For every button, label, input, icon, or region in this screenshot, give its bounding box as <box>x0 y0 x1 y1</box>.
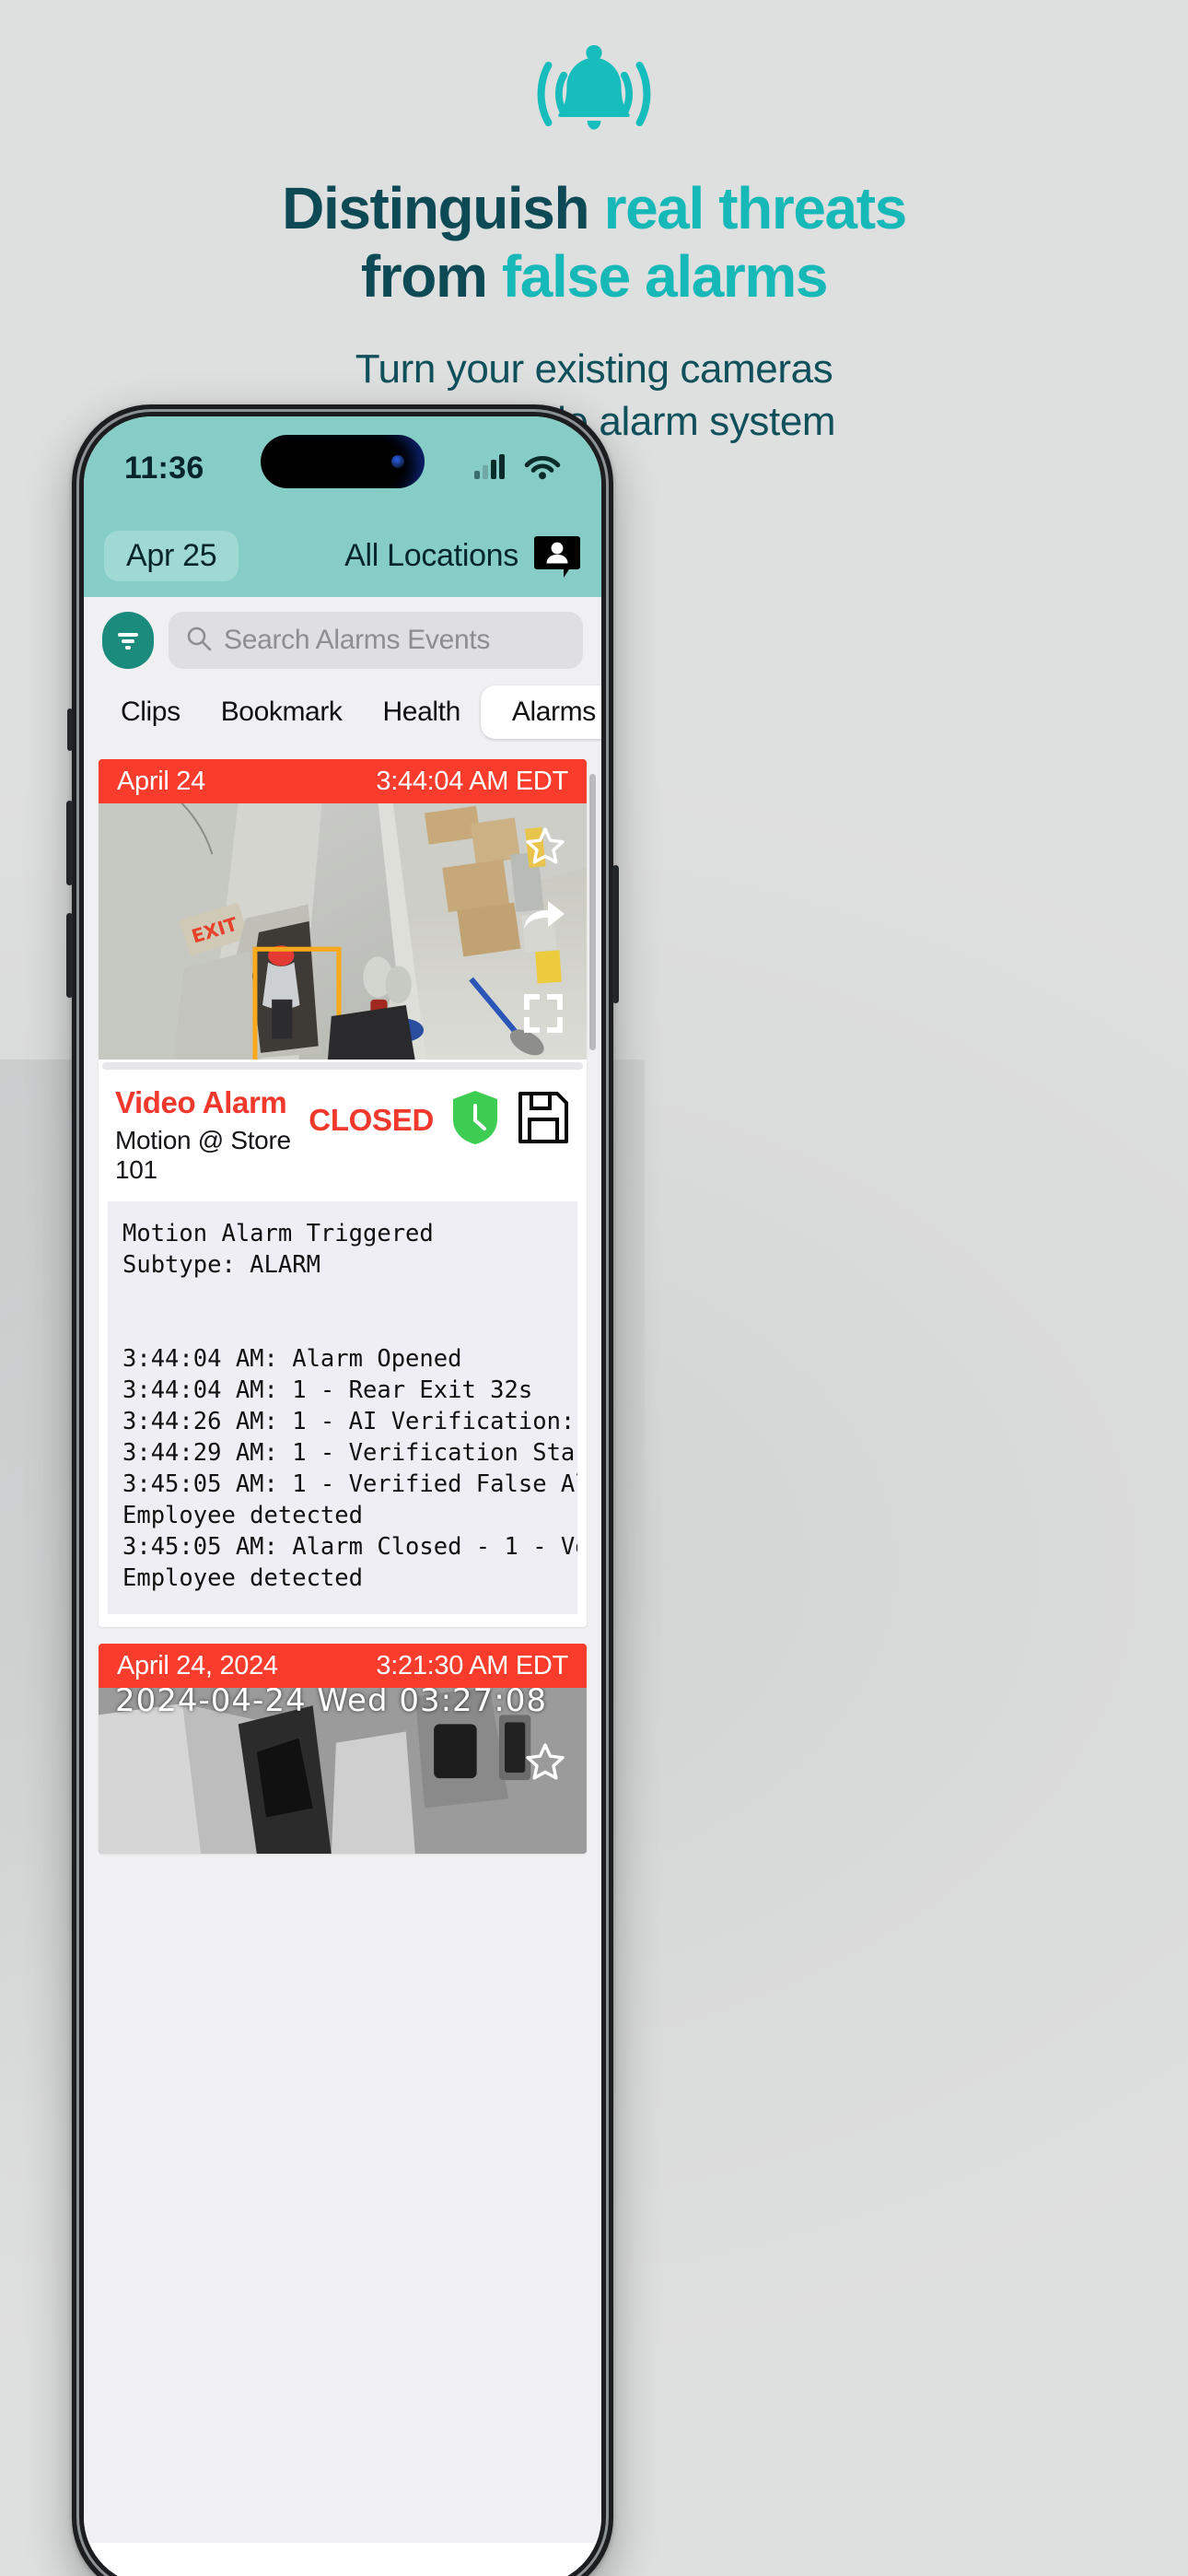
hero-section: Distinguish real threats from false alar… <box>0 0 1188 448</box>
camera-osd-timestamp: 2024-04-24 Wed 03:27:08 <box>115 1688 548 1719</box>
filter-icon[interactable] <box>102 612 154 669</box>
dynamic-island <box>261 435 425 488</box>
alarm-list[interactable]: April 24 3:44:04 AM EDT EXIT Video Alarm… <box>84 750 601 2543</box>
search-input[interactable]: Search Alarms Events <box>169 612 583 669</box>
fullscreen-icon[interactable] <box>522 992 565 1039</box>
headline-line1-accent: real threats <box>603 175 908 241</box>
volume-down-button[interactable] <box>66 913 73 998</box>
app-header: Apr 25 All Locations <box>84 520 601 597</box>
silent-switch[interactable] <box>67 708 73 751</box>
search-row: Search Alarms Events <box>84 597 601 682</box>
headline-line2-accent: false alarms <box>501 242 829 310</box>
camera-thumbnail[interactable]: 2024-04-24 Wed 03:27:08 <box>99 1688 587 1854</box>
phone-screen: 11:36 Apr 25 All Locations Search Alarms… <box>84 416 601 2576</box>
status-bar: 11:36 <box>84 416 601 520</box>
hero-headline: Distinguish real threats from false alar… <box>0 175 1188 310</box>
video-progress-bar[interactable] <box>99 1060 587 1072</box>
shield-check-icon[interactable] <box>450 1089 500 1151</box>
alarm-title: Video Alarm <box>115 1085 287 1119</box>
contact-card-icon[interactable] <box>533 532 581 580</box>
tab-bookmark[interactable]: Bookmark <box>201 687 363 737</box>
date-chip-button[interactable]: Apr 25 <box>104 530 239 581</box>
tab-health[interactable]: Health <box>363 687 481 737</box>
alarm-time: 3:44:04 AM EDT <box>376 766 568 796</box>
alarm-date: April 24, 2024 <box>117 1650 278 1680</box>
alarm-card[interactable]: April 24, 2024 3:21:30 AM EDT 2024-04-24… <box>99 1644 587 1854</box>
promo-screenshot: Distinguish real threats from false alar… <box>0 0 1188 2576</box>
subheadline-line1: Turn your existing cameras <box>355 346 833 392</box>
share-icon[interactable] <box>522 896 566 937</box>
bell-alert-icon <box>0 39 1188 149</box>
alarm-date: April 24 <box>117 766 205 796</box>
volume-up-button[interactable] <box>66 801 73 885</box>
star-outline-icon[interactable] <box>524 1741 566 1788</box>
alarm-card-header: April 24, 2024 3:21:30 AM EDT <box>99 1644 587 1688</box>
scrollbar[interactable] <box>589 774 596 1050</box>
floppy-save-icon[interactable] <box>517 1090 570 1150</box>
camera-thumbnail[interactable]: EXIT <box>99 803 587 1060</box>
wifi-icon <box>524 452 561 485</box>
tab-bar: Clips Bookmark Health Alarms <box>84 682 601 750</box>
alarm-meta: Video Alarm Motion @ Store 101 CLOSED <box>99 1072 587 1196</box>
tab-alarms[interactable]: Alarms <box>480 685 601 739</box>
status-badge: CLOSED <box>309 1102 434 1137</box>
search-placeholder: Search Alarms Events <box>224 625 491 655</box>
tab-clips[interactable]: Clips <box>100 687 201 737</box>
alarm-card[interactable]: April 24 3:44:04 AM EDT EXIT Video Alarm… <box>99 759 587 1627</box>
star-outline-icon[interactable] <box>524 825 566 872</box>
locations-selector[interactable]: All Locations <box>344 538 518 574</box>
alarm-card-header: April 24 3:44:04 AM EDT <box>99 759 587 803</box>
status-time: 11:36 <box>124 450 204 486</box>
power-button[interactable] <box>612 865 619 1003</box>
alarm-log: Motion Alarm Triggered Subtype: ALARM 3:… <box>108 1201 577 1614</box>
headline-line2-dark: from <box>360 242 502 310</box>
alarm-log-text: Motion Alarm Triggered Subtype: ALARM 3:… <box>122 1220 577 1592</box>
signal-bars-icon <box>474 453 511 484</box>
alarm-time: 3:21:30 AM EDT <box>376 1650 568 1680</box>
search-icon <box>185 625 213 657</box>
headline-line1-dark: Distinguish <box>282 175 604 241</box>
alarm-subtitle: Motion @ Store 101 <box>115 1126 291 1184</box>
phone-mockup: 11:36 Apr 25 All Locations Search Alarms… <box>66 404 619 2576</box>
